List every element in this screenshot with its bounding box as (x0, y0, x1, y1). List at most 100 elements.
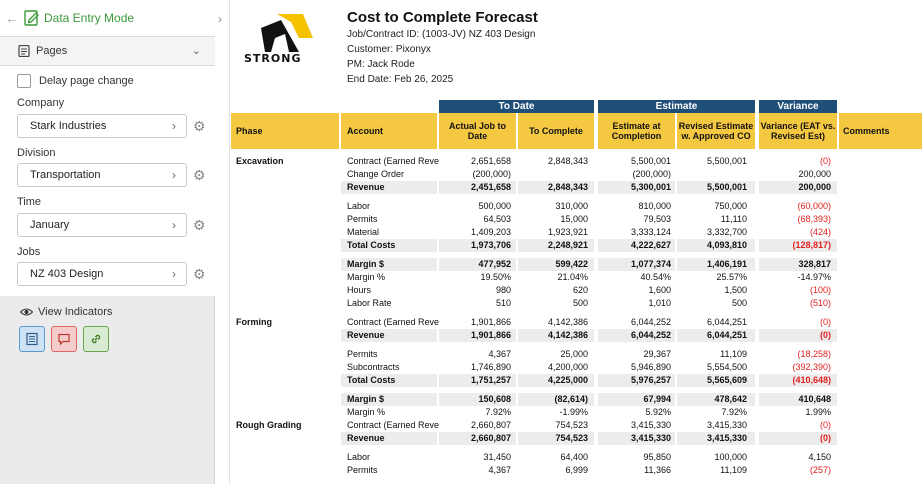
value-cell[interactable]: (0) (820, 432, 831, 445)
value-cell[interactable]: 1,406,191 (707, 258, 747, 271)
notes-indicator-button[interactable] (19, 326, 45, 352)
value-cell[interactable]: (392,390) (792, 361, 831, 374)
value-cell[interactable]: 1,973,706 (471, 239, 511, 252)
value-cell[interactable]: 599,422 (555, 258, 588, 271)
collapse-strip[interactable]: › (216, 0, 230, 484)
value-cell[interactable]: 1,901,866 (471, 329, 511, 342)
value-cell[interactable]: 6,044,251 (707, 316, 747, 329)
time-select[interactable]: January › (17, 213, 187, 237)
value-cell[interactable]: (200,000) (632, 168, 671, 181)
value-cell[interactable]: 1,751,257 (471, 374, 511, 387)
value-cell[interactable]: (0) (820, 316, 831, 329)
value-cell[interactable]: 620 (573, 284, 588, 297)
value-cell[interactable]: (200,000) (472, 168, 511, 181)
value-cell[interactable]: (0) (820, 329, 831, 342)
company-select[interactable]: Stark Industries › (17, 114, 187, 138)
value-cell[interactable]: 310,000 (555, 200, 588, 213)
value-cell[interactable]: 4,222,627 (631, 239, 671, 252)
value-cell[interactable]: 1,746,890 (471, 361, 511, 374)
value-cell[interactable]: (510) (810, 297, 831, 310)
value-cell[interactable]: 4,367 (488, 348, 511, 361)
value-cell[interactable]: 11,109 (720, 464, 747, 477)
value-cell[interactable]: 4,142,386 (548, 316, 588, 329)
comments-indicator-button[interactable] (51, 326, 77, 352)
value-cell[interactable]: 200,000 (798, 181, 831, 194)
value-cell[interactable]: 3,415,330 (707, 432, 747, 445)
value-cell[interactable]: (60,000) (797, 200, 831, 213)
value-cell[interactable]: 15,000 (560, 213, 588, 226)
value-cell[interactable]: 4,225,000 (548, 374, 588, 387)
value-cell[interactable]: (68,393) (797, 213, 831, 226)
value-cell[interactable]: 4,142,386 (548, 329, 588, 342)
value-cell[interactable]: 67,994 (643, 393, 671, 406)
value-cell[interactable]: 5.92% (645, 406, 671, 419)
value-cell[interactable]: 477,952 (478, 258, 511, 271)
company-gear-icon[interactable]: ⚙ (193, 119, 207, 133)
value-cell[interactable]: 95,850 (643, 451, 671, 464)
value-cell[interactable]: (424) (810, 226, 831, 239)
value-cell[interactable]: 754,523 (555, 419, 588, 432)
division-select[interactable]: Transportation › (17, 163, 187, 187)
value-cell[interactable]: 3,415,330 (631, 432, 671, 445)
value-cell[interactable]: (0) (820, 155, 831, 168)
value-cell[interactable]: 31,450 (483, 451, 511, 464)
value-cell[interactable]: 4,093,810 (707, 239, 747, 252)
value-cell[interactable]: (82,614) (554, 393, 588, 406)
back-arrow-icon[interactable]: ← (2, 10, 22, 26)
value-cell[interactable]: 11,110 (721, 213, 747, 226)
value-cell[interactable]: 4,367 (488, 464, 511, 477)
value-cell[interactable]: 500 (732, 297, 747, 310)
value-cell[interactable]: -14.97% (797, 271, 831, 284)
value-cell[interactable]: 5,500,001 (707, 155, 747, 168)
value-cell[interactable]: 810,000 (638, 200, 671, 213)
value-cell[interactable]: 29,367 (643, 348, 671, 361)
value-cell[interactable]: 64,400 (560, 451, 588, 464)
time-gear-icon[interactable]: ⚙ (193, 218, 207, 232)
value-cell[interactable]: 1,500 (724, 284, 747, 297)
links-indicator-button[interactable] (83, 326, 109, 352)
jobs-select[interactable]: NZ 403 Design › (17, 262, 187, 286)
value-cell[interactable]: (18,258) (797, 348, 831, 361)
value-cell[interactable]: 7.92% (721, 406, 747, 419)
value-cell[interactable]: 1,077,374 (631, 258, 671, 271)
value-cell[interactable]: 19.50% (480, 271, 511, 284)
value-cell[interactable]: (410,648) (792, 374, 831, 387)
value-cell[interactable]: 3,415,330 (707, 419, 747, 432)
value-cell[interactable]: 2,848,343 (548, 181, 588, 194)
value-cell[interactable]: (257) (810, 464, 831, 477)
value-cell[interactable]: 5,500,001 (707, 181, 747, 194)
value-cell[interactable]: 5,565,609 (707, 374, 747, 387)
value-cell[interactable]: 1,901,866 (471, 316, 511, 329)
value-cell[interactable]: 150,608 (478, 393, 511, 406)
value-cell[interactable]: 5,976,257 (631, 374, 671, 387)
value-cell[interactable]: 40.54% (640, 271, 671, 284)
value-cell[interactable]: 1.99% (805, 406, 831, 419)
value-cell[interactable]: 11,109 (720, 348, 747, 361)
value-cell[interactable]: 2,248,921 (548, 239, 588, 252)
value-cell[interactable]: 3,333,124 (631, 226, 671, 239)
value-cell[interactable]: 500 (573, 297, 588, 310)
value-cell[interactable]: 1,409,203 (471, 226, 511, 239)
value-cell[interactable]: 6,044,252 (631, 316, 671, 329)
value-cell[interactable]: 510 (496, 297, 511, 310)
value-cell[interactable]: 79,503 (643, 213, 671, 226)
value-cell[interactable]: 500,000 (478, 200, 511, 213)
value-cell[interactable]: 64,503 (483, 213, 511, 226)
value-cell[interactable]: 5,554,500 (707, 361, 747, 374)
value-cell[interactable]: 11,366 (644, 464, 671, 477)
value-cell[interactable]: 2,651,658 (471, 155, 511, 168)
value-cell[interactable]: 750,000 (714, 200, 747, 213)
value-cell[interactable]: 980 (496, 284, 511, 297)
value-cell[interactable]: 4,150 (808, 451, 831, 464)
value-cell[interactable]: 1,010 (648, 297, 671, 310)
value-cell[interactable]: 3,415,330 (631, 419, 671, 432)
value-cell[interactable]: 6,999 (565, 464, 588, 477)
value-cell[interactable]: 1,923,921 (548, 226, 588, 239)
value-cell[interactable]: 3,332,700 (707, 226, 747, 239)
delay-page-change-checkbox[interactable] (17, 74, 31, 88)
value-cell[interactable]: 2,451,658 (471, 181, 511, 194)
pages-dropdown[interactable]: Pages ⌄ (0, 36, 215, 66)
chevron-right-icon[interactable]: › (218, 12, 222, 26)
value-cell[interactable]: 100,000 (714, 451, 747, 464)
value-cell[interactable]: 25,000 (560, 348, 588, 361)
